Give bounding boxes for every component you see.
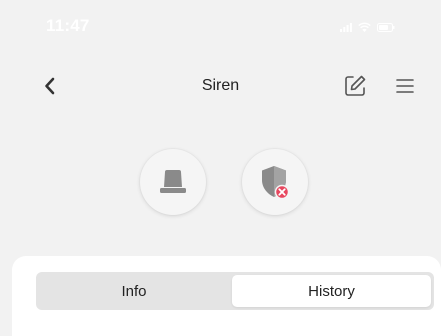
battery-icon	[377, 22, 395, 32]
status-bar: 11:47	[0, 0, 441, 44]
menu-button[interactable]	[394, 76, 416, 96]
wifi-icon	[358, 22, 371, 32]
page-title: Siren	[201, 77, 240, 94]
disarm-shield-button[interactable]	[242, 149, 308, 215]
tab-history[interactable]: History	[232, 275, 431, 307]
tab-info[interactable]: Info	[36, 272, 232, 310]
header: Siren	[0, 64, 441, 108]
tab-history-label: History	[308, 282, 355, 300]
siren-button[interactable]	[140, 149, 206, 215]
shield-disarmed-icon	[262, 166, 290, 200]
status-time: 11:47	[46, 16, 90, 35]
edit-icon	[345, 75, 366, 96]
tab-info-label: Info	[121, 282, 147, 300]
bottom-panel: Info History	[12, 256, 441, 336]
status-icons	[340, 22, 395, 32]
segmented-tab-bar: Info History	[36, 272, 434, 310]
edit-button[interactable]	[343, 74, 367, 98]
hamburger-menu-icon	[396, 79, 414, 93]
siren-icon	[160, 170, 186, 193]
signal-icon	[340, 22, 352, 32]
